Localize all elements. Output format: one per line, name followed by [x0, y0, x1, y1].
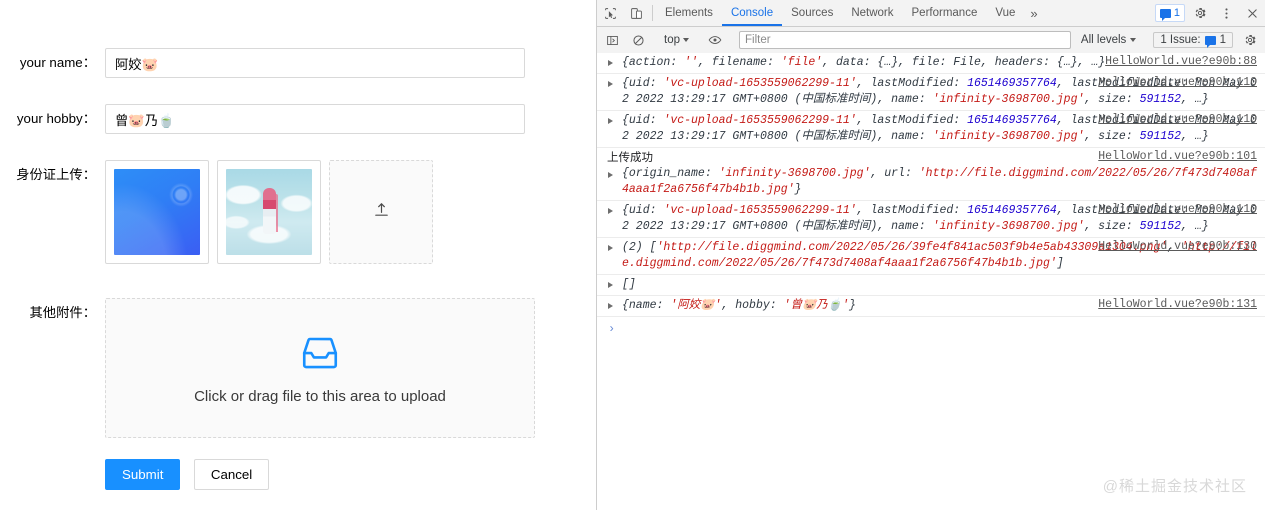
message-count-badge[interactable]: 1 [1154, 4, 1185, 22]
expand-triangle-icon[interactable] [608, 81, 613, 87]
id-upload-item-2[interactable] [217, 160, 321, 264]
execution-context-value: top [664, 34, 680, 46]
form-row-attachments: 其他附件： Click or drag file to this area to… [0, 298, 535, 438]
log-levels-select[interactable]: All levels [1075, 34, 1142, 46]
console-message[interactable]: HelloWorld.vue?e90b:110 {uid: 'vc-upload-… [597, 74, 1265, 111]
label-attachments: 其他附件： [29, 305, 96, 320]
console-message-source-link[interactable]: HelloWorld.vue?e90b:131 [1098, 298, 1257, 311]
console-message[interactable]: HelloWorld.vue?e90b:88 {action: '', filen… [597, 53, 1265, 74]
label-your-hobby: your hobby： [16, 111, 96, 126]
tab-network[interactable]: Network [842, 0, 902, 26]
submit-button[interactable]: Submit [105, 459, 181, 490]
console-message-source-link[interactable]: HelloWorld.vue?e90b:110 [1098, 76, 1257, 89]
input-your-name[interactable] [105, 48, 525, 78]
message-count-value: 1 [1173, 7, 1180, 19]
execution-context-select[interactable]: top [658, 34, 695, 46]
page-content-pane: your name： your hobby： 身份证上传： [0, 0, 596, 510]
tab-elements[interactable]: Elements [656, 0, 722, 26]
gear-icon[interactable] [1237, 33, 1263, 47]
id-upload-list [105, 160, 433, 264]
issue-icon [1204, 35, 1216, 48]
message-icon [1159, 8, 1171, 21]
device-toggle-icon[interactable] [623, 0, 649, 26]
chevron-down-icon [683, 38, 689, 42]
console-message-source-link[interactable]: HelloWorld.vue?e90b:88 [1105, 55, 1257, 68]
more-vertical-icon[interactable] [1213, 0, 1239, 26]
devtools-panel: Elements Console Sources Network Perform… [596, 0, 1265, 510]
upload-icon [373, 201, 390, 223]
tab-performance[interactable]: Performance [903, 0, 987, 26]
tabs-overflow-icon[interactable]: » [1024, 0, 1043, 26]
devtools-tabbar: Elements Console Sources Network Perform… [597, 0, 1265, 27]
issues-label: 1 Issue: [1160, 34, 1201, 46]
watermark-text: @稀土掘金技术社区 [1102, 478, 1247, 495]
expand-triangle-icon[interactable] [608, 208, 613, 214]
label-your-name: your name： [19, 55, 96, 70]
console-message-body: {origin_name: 'infinity-3698700.jpg', ur… [622, 167, 1257, 196]
gear-icon[interactable] [1187, 0, 1213, 26]
console-message-source-link[interactable]: HelloWorld.vue?e90b:110 [1098, 203, 1257, 216]
console-message-body: [] [622, 278, 636, 291]
dragger-hint-text: Click or drag file to this area to uploa… [194, 387, 446, 405]
form-row-name: your name： [0, 48, 525, 78]
console-message[interactable]: HelloWorld.vue?e90b:101 上传成功 {origin_name:… [597, 148, 1265, 201]
expand-triangle-icon[interactable] [608, 303, 613, 309]
log-levels-value: All levels [1080, 34, 1127, 46]
label-id-upload: 身份证上传： [16, 167, 96, 182]
expand-triangle-icon[interactable] [608, 60, 613, 66]
form-row-id-upload: 身份证上传： [0, 160, 433, 264]
cursor-select-icon[interactable] [597, 0, 623, 26]
console-message-source-link[interactable]: HelloWorld.vue?e90b:110 [1098, 113, 1257, 126]
tabbar-spacer [1044, 0, 1153, 26]
console-message[interactable]: HelloWorld.vue?e90b:110 {uid: 'vc-upload-… [597, 201, 1265, 238]
input-your-hobby[interactable] [105, 104, 525, 134]
console-filter-input[interactable] [739, 31, 1071, 49]
form-actions: Submit Cancel [0, 459, 270, 490]
clear-console-icon[interactable] [625, 34, 651, 47]
actions-buttons: Submit Cancel [105, 459, 270, 490]
form-row-hobby: your hobby： [0, 104, 525, 134]
tab-sources[interactable]: Sources [782, 0, 842, 26]
console-message-source-link[interactable]: HelloWorld.vue?e90b:101 [1098, 150, 1257, 163]
expand-triangle-icon[interactable] [608, 282, 613, 288]
id-upload-item-1[interactable] [105, 160, 209, 264]
expand-triangle-icon[interactable] [608, 245, 613, 251]
console-message[interactable]: [] [597, 275, 1265, 296]
console-message[interactable]: HelloWorld.vue?e90b:110 {uid: 'vc-upload-… [597, 111, 1265, 148]
issues-pill[interactable]: 1 Issue: 1 [1153, 32, 1233, 48]
expand-triangle-icon[interactable] [608, 172, 613, 178]
issues-count: 1 [1219, 34, 1226, 46]
id-upload-add-button[interactable] [329, 160, 433, 264]
console-message-list[interactable]: HelloWorld.vue?e90b:88 {action: '', filen… [597, 53, 1265, 510]
console-message-source-link[interactable]: HelloWorld.vue?e90b:130 [1098, 240, 1257, 253]
console-message[interactable]: HelloWorld.vue?e90b:130 (2) ['http://file… [597, 238, 1265, 275]
console-toolbar: top All levels 1 Issue: 1 [597, 27, 1265, 54]
tabbar-divider [652, 5, 653, 21]
console-messages-container: HelloWorld.vue?e90b:88 {action: '', filen… [597, 53, 1265, 317]
chevron-down-icon [1130, 38, 1137, 42]
tab-vue[interactable]: Vue [986, 0, 1024, 26]
console-sidebar-icon[interactable] [599, 34, 625, 47]
close-icon[interactable] [1239, 0, 1265, 26]
live-expression-icon[interactable] [702, 33, 728, 47]
tab-console[interactable]: Console [722, 0, 782, 26]
cancel-button[interactable]: Cancel [193, 459, 270, 490]
id-photo-thumbnail-2 [226, 169, 312, 255]
inbox-icon [299, 332, 341, 374]
screen: your name： your hobby： 身份证上传： [0, 0, 1265, 510]
expand-triangle-icon[interactable] [608, 118, 613, 124]
file-dragger-dropzone[interactable]: Click or drag file to this area to uploa… [105, 298, 535, 438]
console-message[interactable]: HelloWorld.vue?e90b:131 {name: '阿姣🐷', hob… [597, 296, 1265, 317]
console-prompt[interactable]: › [597, 317, 1265, 336]
id-photo-thumbnail-1 [114, 169, 200, 255]
